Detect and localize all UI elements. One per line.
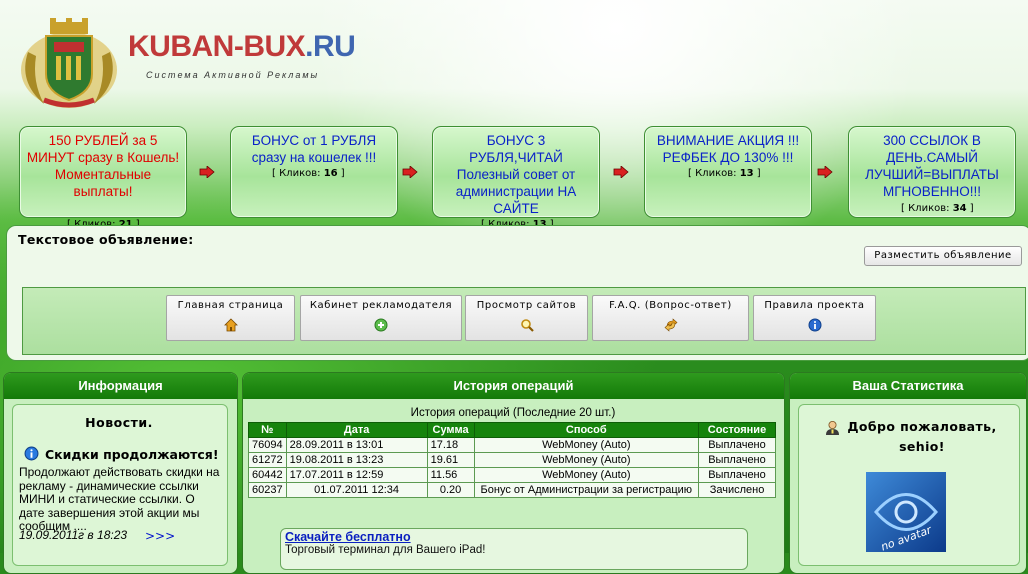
cell-status: Выплачено xyxy=(698,437,776,453)
table-row: 76094 28.09.2011 в 13:01 17.18 WebMoney … xyxy=(248,437,776,453)
col-status: Состояние xyxy=(698,422,776,438)
nav-advertiser-cabinet-button[interactable]: Кабинет рекламодателя xyxy=(300,295,462,341)
banner-5-clicks: [ Кликов: 34 ] xyxy=(901,203,974,214)
arrow-right-icon xyxy=(199,166,215,178)
history-caption: История операций (Последние 20 шт.) xyxy=(410,407,616,419)
nav-label: Кабинет рекламодателя xyxy=(309,300,453,311)
cell-amount: 0.20 xyxy=(426,482,475,498)
news-more-link[interactable]: >>> xyxy=(145,529,175,543)
news-title: Новости. xyxy=(85,415,153,430)
arrow-right-icon xyxy=(402,166,418,178)
col-date: Дата xyxy=(285,422,428,438)
cell-number: 60442 xyxy=(248,467,287,483)
add-circle-icon xyxy=(374,318,388,332)
avatar[interactable]: no avatar xyxy=(866,472,946,552)
nav-view-sites-button[interactable]: Просмотр сайтов xyxy=(465,295,588,341)
cell-number: 60237 xyxy=(248,482,287,498)
cell-method: WebMoney (Auto) xyxy=(473,467,700,483)
cell-number: 76094 xyxy=(248,437,287,453)
banner-2-clicks: [ Кликов: 16 ] xyxy=(272,168,345,179)
cell-status: Зачислено xyxy=(698,482,776,498)
cell-date: 19.08.2011 в 13:23 xyxy=(285,452,428,468)
history-header: История операций xyxy=(243,373,784,399)
cell-date: 28.09.2011 в 13:01 xyxy=(285,437,428,453)
download-link[interactable]: Скачайте бесплатно xyxy=(285,530,411,544)
nav-label: F.A.Q. (Вопрос-ответ) xyxy=(609,300,732,311)
cell-date: 01.07.2011 12:34 xyxy=(285,482,428,498)
nav-label: Правила проекта xyxy=(764,300,865,311)
info-icon xyxy=(24,446,39,461)
ad-banner-1[interactable]: 150 РУБЛЕЙ за 5 МИНУТ сразу в Кошель! Мо… xyxy=(19,126,187,218)
nav-faq-button[interactable]: F.A.Q. (Вопрос-ответ) xyxy=(592,295,749,341)
cell-number: 61272 xyxy=(248,452,287,468)
stats-header: Ваша Статистика xyxy=(790,373,1026,399)
col-amount: Сумма xyxy=(426,422,475,438)
faq-arrows-icon xyxy=(664,318,677,332)
site-logo[interactable]: KUBAN-BUX.RU xyxy=(128,30,356,64)
nav-label: Главная страница xyxy=(177,300,284,311)
cell-amount: 11.56 xyxy=(426,467,475,483)
site-slogan: Система Активной Рекламы xyxy=(146,70,320,80)
arrow-right-icon xyxy=(817,166,833,178)
arrow-right-icon xyxy=(613,166,629,178)
table-header-row: № Дата Сумма Способ Состояние xyxy=(248,422,776,438)
news-date: 19.09.2011г в 18:23 xyxy=(19,528,128,542)
city-crest-logo xyxy=(21,18,117,108)
col-number: № xyxy=(248,422,287,438)
text-ad-label: Текстовое объявление: xyxy=(18,232,194,247)
cell-method: Бонус от Администрации за регистрацию xyxy=(473,482,700,498)
cell-amount: 17.18 xyxy=(426,437,475,453)
post-ad-button[interactable]: Разместить объявление xyxy=(864,246,1022,266)
cell-amount: 19.61 xyxy=(426,452,475,468)
home-icon xyxy=(223,318,238,332)
cell-date: 17.07.2011 в 12:59 xyxy=(285,467,428,483)
welcome-message: Добро пожаловать, sehio! xyxy=(836,417,1008,457)
cell-method: WebMoney (Auto) xyxy=(473,437,700,453)
username: sehio! xyxy=(899,439,945,454)
welcome-text: Добро пожаловать, xyxy=(847,419,997,434)
cell-status: Выплачено xyxy=(698,452,776,468)
banner-4-clicks: [ Кликов: 13 ] xyxy=(688,168,761,179)
table-row: 61272 19.08.2011 в 13:23 19.61 WebMoney … xyxy=(248,452,776,468)
table-row: 60237 01.07.2011 12:34 0.20 Бонус от Адм… xyxy=(248,482,776,498)
history-table: № Дата Сумма Способ Состояние 76094 28.0… xyxy=(248,422,776,498)
cell-status: Выплачено xyxy=(698,467,776,483)
nav-home-button[interactable]: Главная страница xyxy=(166,295,295,341)
info-icon xyxy=(808,318,821,332)
download-subtitle: Торговый терминал для Вашего iPad! xyxy=(285,544,486,556)
news-subtitle: Скидки продолжаются! xyxy=(45,447,219,462)
cell-method: WebMoney (Auto) xyxy=(473,452,700,468)
table-row: 60442 17.07.2011 в 12:59 11.56 WebMoney … xyxy=(248,467,776,483)
col-method: Способ xyxy=(473,422,700,438)
nav-label: Просмотр сайтов xyxy=(476,300,577,311)
ad-banner-3[interactable]: БОНУС 3 РУБЛЯ,ЧИТАЙ Полезный совет от ад… xyxy=(432,126,600,218)
news-body: Продолжают действовать скидки на рекламу… xyxy=(19,465,220,533)
info-header: Информация xyxy=(4,373,237,399)
magnifier-icon xyxy=(520,319,534,332)
nav-rules-button[interactable]: Правила проекта xyxy=(753,295,876,341)
